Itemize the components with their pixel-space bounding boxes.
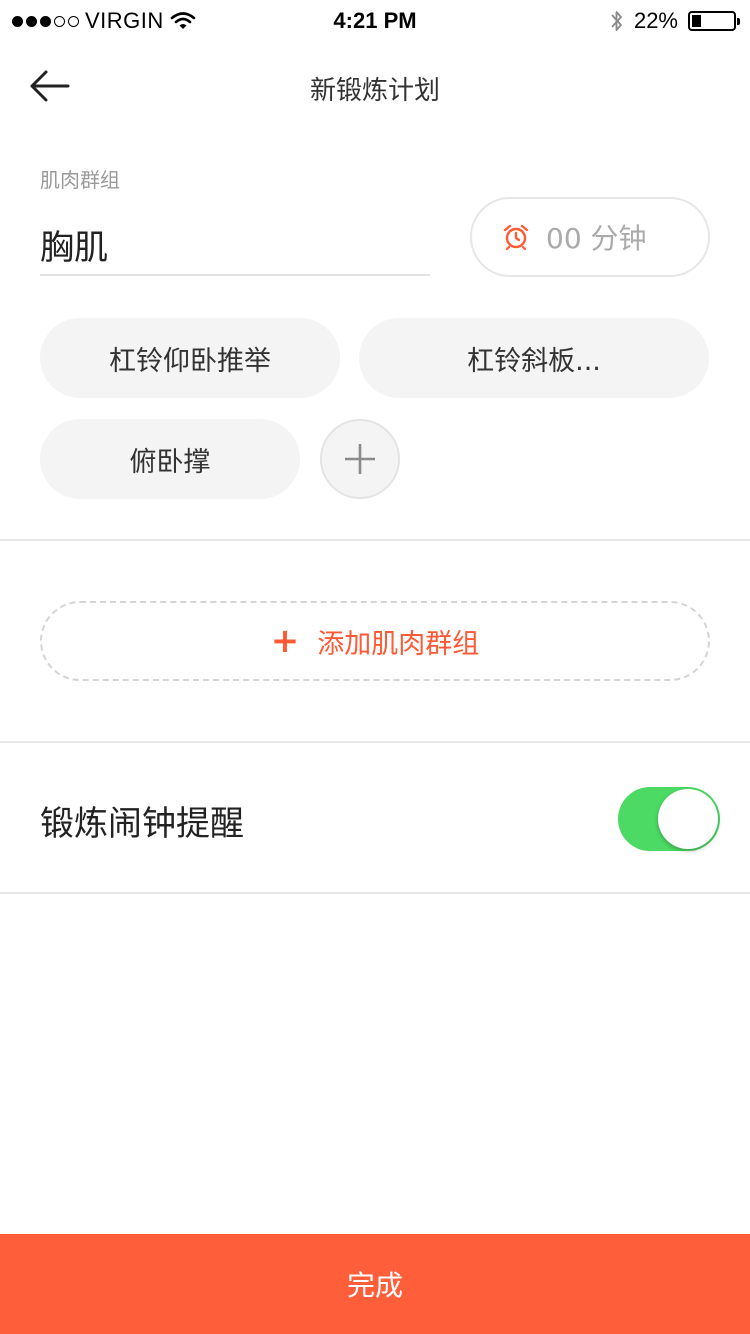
exercise-chip[interactable]: 杠铃斜板... — [359, 318, 709, 398]
duration-text: 00 分钟 — [546, 222, 647, 255]
add-exercise-button[interactable] — [320, 419, 400, 499]
reminder-toggle[interactable] — [618, 787, 720, 851]
duration-button[interactable]: 00 分钟 — [470, 197, 710, 277]
muscle-group-input[interactable]: 胸肌 — [40, 214, 430, 276]
done-button[interactable]: 完成 — [0, 1234, 750, 1334]
section-divider — [0, 892, 750, 894]
status-bar: VIRGIN 4:21 PM 22% — [0, 0, 750, 40]
battery-percent: 22% — [633, 8, 678, 33]
status-right: 22% — [610, 8, 740, 34]
plus-icon — [345, 444, 375, 474]
section-divider — [0, 539, 750, 541]
battery-level — [692, 15, 701, 27]
battery-icon — [688, 11, 740, 31]
plus-icon: + — [270, 621, 300, 661]
toggle-knob — [658, 789, 718, 849]
bluetooth-icon — [611, 11, 622, 31]
nav-bar: 新锻炼计划 — [0, 56, 750, 116]
muscle-group-label: 肌肉群组 — [40, 168, 120, 192]
alarm-clock-icon — [503, 224, 529, 251]
add-muscle-group-label: 添加肌肉群组 — [317, 628, 480, 660]
exercise-chip[interactable]: 杠铃仰卧推举 — [40, 318, 340, 398]
page-title: 新锻炼计划 — [309, 76, 440, 106]
add-muscle-group-button[interactable]: + 添加肌肉群组 — [40, 601, 710, 681]
reminder-label: 锻炼闹钟提醒 — [40, 804, 244, 844]
section-divider — [0, 741, 750, 743]
exercise-chip[interactable]: 俯卧撑 — [40, 419, 300, 499]
